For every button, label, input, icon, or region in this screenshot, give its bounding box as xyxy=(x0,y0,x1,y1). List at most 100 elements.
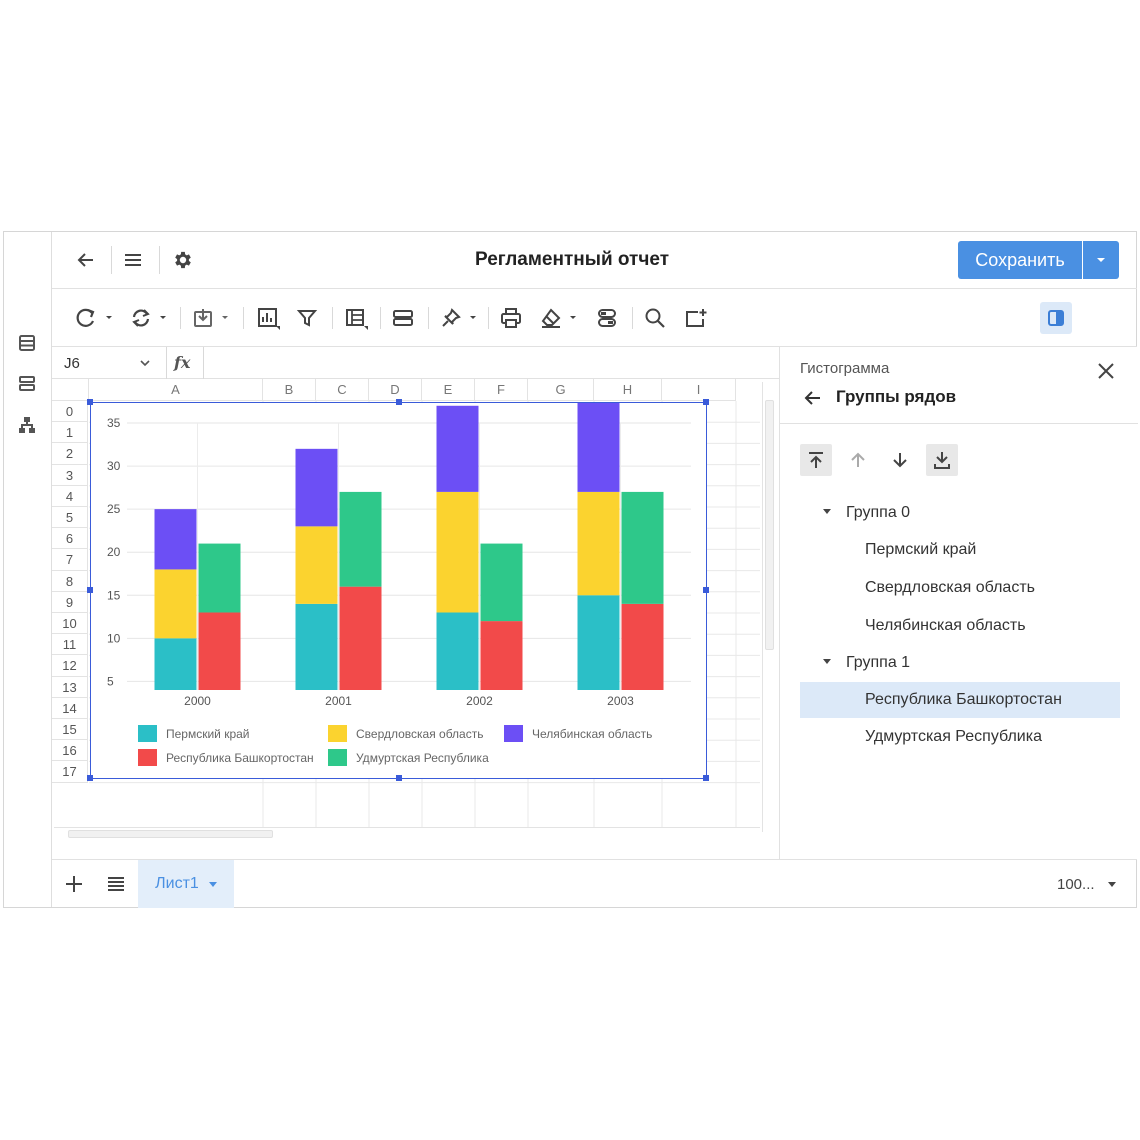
row-header[interactable]: 6 xyxy=(52,528,88,550)
resize-handle[interactable] xyxy=(703,399,709,405)
plus-icon[interactable] xyxy=(65,875,83,893)
row-header[interactable]: 4 xyxy=(52,485,88,507)
tree-item[interactable]: Республика Башкортостан xyxy=(800,682,1120,718)
row-header[interactable]: 2 xyxy=(52,443,88,465)
table-button[interactable] xyxy=(344,305,368,331)
search-button[interactable] xyxy=(644,305,666,331)
tree-item[interactable]: Пермский край xyxy=(800,532,1120,568)
bar-segment[interactable] xyxy=(154,509,197,570)
row-header[interactable]: 17 xyxy=(52,761,88,783)
caret-down-icon[interactable] xyxy=(823,509,831,515)
column-header[interactable]: I xyxy=(662,379,736,401)
resize-handle[interactable] xyxy=(396,775,402,781)
rows-button[interactable] xyxy=(392,305,414,331)
row-header[interactable]: 14 xyxy=(52,697,88,719)
bar-segment[interactable] xyxy=(577,397,620,492)
legend-label[interactable]: Удмуртская Республика xyxy=(356,751,489,765)
bar-segment[interactable] xyxy=(621,491,664,604)
bar-segment[interactable] xyxy=(154,638,197,690)
legend-swatch[interactable] xyxy=(328,725,347,742)
pin-button[interactable] xyxy=(440,305,480,331)
bar-segment[interactable] xyxy=(480,621,523,690)
caret-down-icon[interactable] xyxy=(823,659,831,665)
horizontal-scrollbar[interactable] xyxy=(54,827,760,839)
legend-label[interactable]: Челябинская область xyxy=(532,727,652,741)
column-header[interactable]: F xyxy=(475,379,528,401)
sheet-tab[interactable]: Лист1 xyxy=(138,860,234,908)
arrow-left-icon[interactable] xyxy=(804,390,822,406)
clear-format-button[interactable] xyxy=(540,305,580,331)
chart-widget[interactable]: 5 10 15 20 25 30 35 2000 2001 2002 2003 Пермский кр… xyxy=(87,397,709,781)
row-header[interactable]: 1 xyxy=(52,422,88,444)
legend-swatch[interactable] xyxy=(138,749,157,766)
column-header[interactable]: E xyxy=(422,379,475,401)
tree-group[interactable]: Группа 0 xyxy=(800,495,1120,531)
legend-label[interactable]: Свердловская область xyxy=(356,727,483,741)
row-header[interactable]: 12 xyxy=(52,655,88,677)
panel-toggle-button[interactable] xyxy=(1040,302,1072,334)
sync-button[interactable] xyxy=(130,305,170,331)
list-icon[interactable] xyxy=(16,332,38,354)
layout-rows-icon[interactable] xyxy=(16,373,38,395)
bar-segment[interactable] xyxy=(295,603,338,690)
legend-swatch[interactable] xyxy=(328,749,347,766)
resize-handle[interactable] xyxy=(87,399,93,405)
bar-segment[interactable] xyxy=(339,586,382,690)
move-down-button[interactable] xyxy=(884,444,916,476)
column-header[interactable]: B xyxy=(263,379,316,401)
legend-swatch[interactable] xyxy=(504,725,523,742)
merge-button[interactable] xyxy=(596,305,618,331)
tree-item[interactable]: Удмуртская Республика xyxy=(800,719,1120,755)
print-button[interactable] xyxy=(500,305,522,331)
bar-segment[interactable] xyxy=(295,526,338,604)
column-header[interactable]: H xyxy=(594,379,662,401)
legend-label[interactable]: Республика Башкортостан xyxy=(166,751,314,765)
add-widget-button[interactable] xyxy=(684,305,708,331)
chart-button[interactable] xyxy=(256,305,280,331)
bar-segment[interactable] xyxy=(577,491,620,596)
row-header[interactable]: 10 xyxy=(52,613,88,635)
tree-group[interactable]: Группа 1 xyxy=(800,645,1120,681)
bar-segment[interactable] xyxy=(198,612,241,690)
bar-segment[interactable] xyxy=(436,491,479,613)
move-to-bottom-button[interactable] xyxy=(926,444,958,476)
select-all-corner[interactable] xyxy=(52,379,89,401)
row-header[interactable]: 13 xyxy=(52,676,88,698)
row-header[interactable]: 11 xyxy=(52,634,88,656)
vertical-scroll-thumb[interactable] xyxy=(765,400,774,650)
resize-handle[interactable] xyxy=(703,587,709,593)
spreadsheet-grid[interactable]: ABCDEFGHI 0 1 2 3 4 5 6 7 8 9 10 11 12 13 14 15 16 17 5 10… xyxy=(52,379,779,839)
formula-input[interactable] xyxy=(205,347,779,379)
horizontal-scroll-thumb[interactable] xyxy=(68,830,273,838)
bar-segment[interactable] xyxy=(198,543,241,613)
bar-segment[interactable] xyxy=(436,405,479,492)
column-header[interactable]: A xyxy=(89,379,263,401)
resize-handle[interactable] xyxy=(87,587,93,593)
bar-segment[interactable] xyxy=(577,595,620,690)
column-header[interactable]: C xyxy=(316,379,369,401)
bar-segment[interactable] xyxy=(295,448,338,527)
save-dropdown-button[interactable] xyxy=(1083,241,1119,279)
close-icon[interactable] xyxy=(1097,362,1115,380)
row-header[interactable]: 9 xyxy=(52,591,88,613)
tree-item[interactable]: Свердловская область xyxy=(800,570,1120,606)
resize-handle[interactable] xyxy=(87,775,93,781)
save-button[interactable]: Сохранить xyxy=(958,241,1082,279)
move-up-button[interactable] xyxy=(842,444,874,476)
refresh-button[interactable] xyxy=(76,305,116,331)
bar-segment[interactable] xyxy=(339,491,382,587)
cell-reference[interactable]: J6 xyxy=(64,355,80,372)
move-to-top-button[interactable] xyxy=(800,444,832,476)
bar-segment[interactable] xyxy=(436,612,479,690)
column-header[interactable]: D xyxy=(369,379,422,401)
hierarchy-icon[interactable] xyxy=(16,414,38,436)
column-header[interactable]: G xyxy=(528,379,594,401)
row-header[interactable]: 5 xyxy=(52,507,88,529)
row-header[interactable]: 0 xyxy=(52,401,88,423)
legend-swatch[interactable] xyxy=(138,725,157,742)
sheet-list-icon[interactable] xyxy=(107,875,125,893)
row-header[interactable]: 8 xyxy=(52,570,88,592)
chevron-down-icon[interactable] xyxy=(140,359,150,367)
resize-handle[interactable] xyxy=(703,775,709,781)
import-button[interactable] xyxy=(192,305,232,331)
